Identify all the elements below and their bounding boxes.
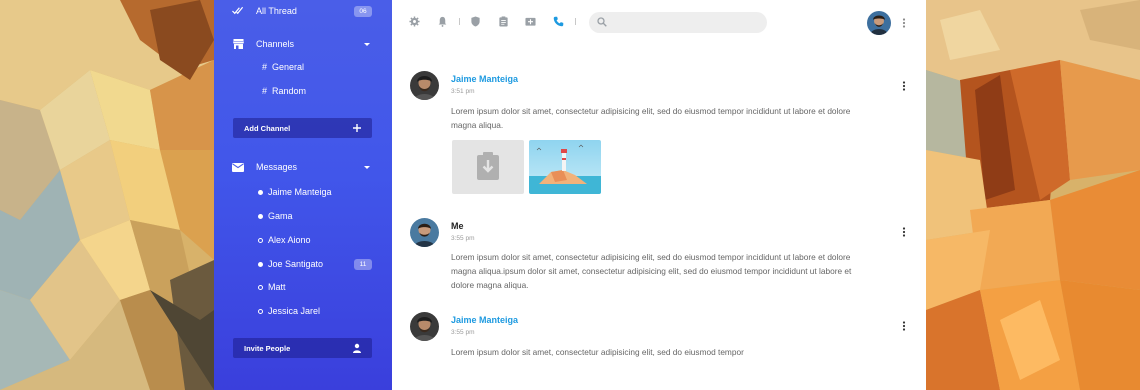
sender-avatar[interactable] [410,218,439,247]
contact-name: Joe Santigato [268,259,324,269]
more-vertical-icon[interactable] [901,320,907,332]
chevron-down-icon[interactable] [364,165,370,169]
clipboard-icon[interactable] [498,16,509,27]
add-channel-button[interactable]: Add Channel [233,118,372,138]
message-time: 3:55 pm [451,329,475,336]
search-icon [597,17,607,27]
online-status-icon [258,261,263,267]
offline-status-icon [258,237,263,243]
contact-name: Gama [268,211,293,221]
lighthouse-image [529,140,601,194]
offline-status-icon [258,284,263,290]
sidebar-item-random[interactable]: # Random [214,81,392,101]
user-avatar[interactable] [867,11,891,35]
bell-icon[interactable] [437,16,448,27]
toolbar-divider [459,18,460,25]
download-icon [477,152,499,180]
more-vertical-icon[interactable] [901,80,907,92]
contact-item[interactable]: Joe Santigato 11 [214,254,392,274]
add-channel-label: Add Channel [244,123,291,133]
plus-icon [353,124,361,132]
more-vertical-icon[interactable] [901,226,907,238]
channels-label: Channels [256,39,295,49]
contact-item[interactable]: Jaime Manteiga [214,182,392,202]
mail-icon [232,161,244,173]
store-icon [232,38,244,50]
hash-icon: # [262,86,268,96]
mail-plus-icon[interactable] [525,16,536,27]
invite-people-label: Invite People [244,343,291,353]
messages-label: Messages [256,162,298,172]
unread-badge: 11 [354,258,372,270]
messages-header[interactable]: Messages [214,157,392,177]
contact-name: Jessica Jarel [268,306,321,316]
contact-item[interactable]: Alex Aiono [214,230,392,250]
contact-name: Jaime Manteiga [268,187,332,197]
phone-icon[interactable] [553,16,564,27]
hash-icon: # [262,62,268,72]
search-input[interactable] [589,12,767,33]
sidebar-item-all-thread[interactable]: All Thread 06 [214,1,392,21]
attachment-placeholder[interactable] [452,140,524,194]
message-text: Lorem ipsum dolor sit amet, consectetur … [451,106,851,130]
chevron-down-icon[interactable] [364,42,370,46]
message-time: 3:55 pm [451,235,475,242]
online-status-icon [258,189,263,195]
shield-icon[interactable] [470,16,481,27]
channels-header[interactable]: Channels [214,34,392,54]
double-check-icon [232,5,244,17]
sender-avatar[interactable] [410,71,439,100]
contact-item[interactable]: Matt [214,277,392,297]
message-time: 3:51 pm [451,88,475,95]
online-status-icon [258,213,263,219]
gear-icon[interactable] [409,16,420,27]
more-vertical-icon[interactable] [901,17,907,29]
invite-people-button[interactable]: Invite People [233,338,372,358]
contact-name: Alex Aiono [268,235,311,245]
sender-avatar[interactable] [410,312,439,341]
person-icon [353,343,361,353]
sender-name[interactable]: Jaime Manteiga [451,315,518,325]
offline-status-icon [258,308,263,314]
message-text: Lorem ipsum dolor sit amet, consectetur … [451,252,852,290]
attachment-image[interactable] [529,140,601,194]
sender-name[interactable]: Jaime Manteiga [451,74,518,84]
toolbar [392,0,926,44]
sidebar-item-label: All Thread [256,6,297,16]
contact-item[interactable]: Jessica Jarel [214,301,392,321]
channel-label: Random [272,86,307,96]
sidebar-item-general[interactable]: # General [214,57,392,77]
contact-item[interactable]: Gama [214,206,392,226]
message-text: Lorem ipsum dolor sit amet, consectetur … [451,347,744,357]
contact-name: Matt [268,282,286,292]
sidebar: All Thread 06 Channels # General # Rando… [214,0,392,390]
chat-panel: Jaime Manteiga 3:51 pm Lorem ipsum dolor… [392,0,926,390]
channel-label: General [272,62,305,72]
sender-name[interactable]: Me [451,221,464,231]
toolbar-divider [575,18,576,25]
unread-badge: 06 [354,5,372,17]
